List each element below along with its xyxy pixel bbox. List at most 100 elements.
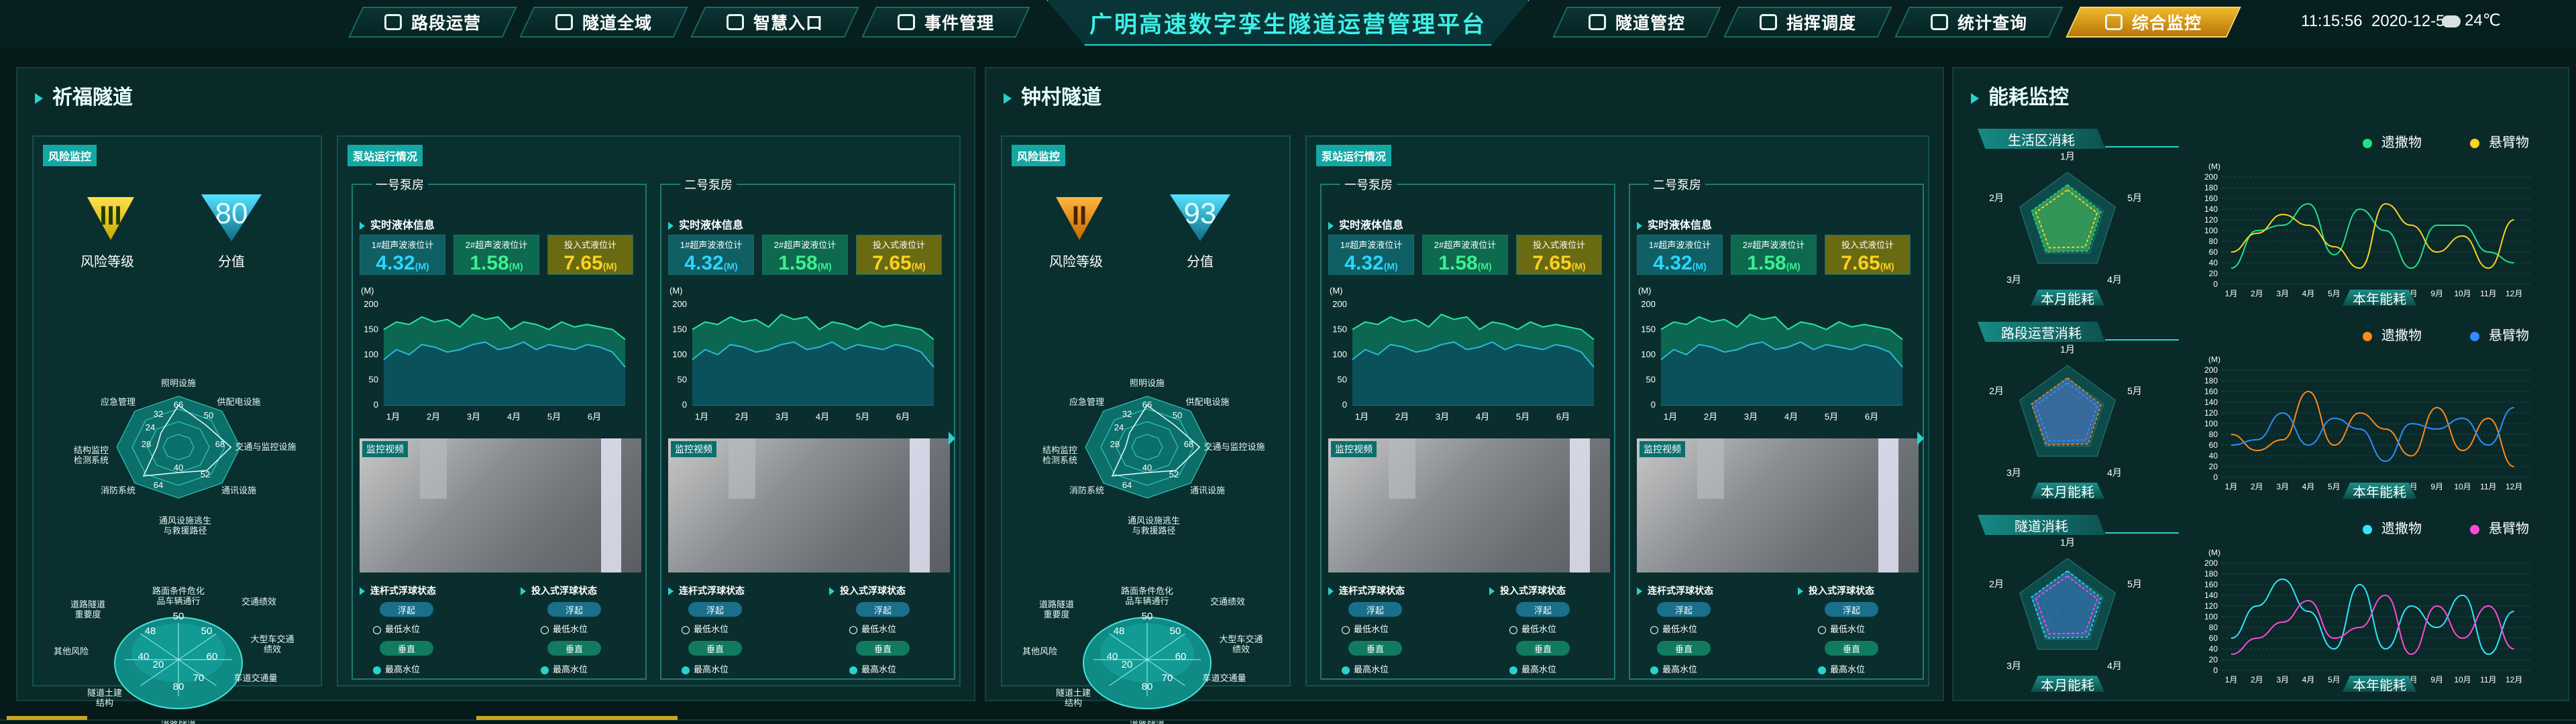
- radio-dot-icon: [373, 666, 381, 674]
- float-button[interactable]: 浮起: [856, 602, 910, 617]
- radio-dot-icon: [1509, 625, 1517, 634]
- y-tick: 180: [2204, 376, 2218, 385]
- radar-value: 40: [138, 651, 150, 662]
- float-button[interactable]: 浮起: [380, 602, 433, 617]
- risk-level-icon: III: [87, 197, 134, 240]
- nav-tab-road-ops[interactable]: 路段运营: [348, 7, 517, 38]
- tunnel-icon: [555, 14, 573, 30]
- nav-label: 隧道管控: [1615, 14, 1685, 33]
- radar-label: 消防系统: [1069, 485, 1104, 495]
- y-tick: 40: [2209, 258, 2218, 267]
- drop-button[interactable]: 垂直: [547, 641, 601, 656]
- meter-value-row: 7.65(M): [548, 252, 633, 275]
- x-tick: 2月: [2251, 289, 2263, 298]
- y-tick: 120: [2204, 215, 2218, 225]
- nav-tab-smart-entrance[interactable]: 智慧入口: [690, 7, 859, 38]
- meter-value: 4.32: [1344, 252, 1384, 274]
- next-arrow-icon[interactable]: [1917, 432, 1924, 445]
- drop-button[interactable]: 垂直: [1516, 641, 1570, 656]
- y-tick: 180: [2204, 183, 2218, 192]
- top-bar: 路段运营 隧道全域 智慧入口 事件管理 广明高速数字孪生隧道运营管理平台 隧道管…: [0, 0, 2576, 47]
- drop-button[interactable]: 垂直: [856, 641, 910, 656]
- radar-axis-label: 4月: [2107, 467, 2122, 478]
- pump-tag: 泵站运行情况: [1316, 145, 1392, 166]
- y-tick: 100: [1332, 349, 1347, 359]
- y-tick: 0: [2213, 280, 2218, 289]
- radio-dot-icon: [1818, 625, 1826, 634]
- nav-tab-statistics[interactable]: 统计查询: [1894, 7, 2063, 38]
- surveillance-video[interactable]: 监控视频: [360, 438, 641, 572]
- radar-label: 交通与监控设施: [235, 442, 297, 452]
- surveillance-video[interactable]: 监控视频: [1637, 438, 1919, 572]
- high-level-indicator: 最高水位: [541, 662, 588, 675]
- radar-label: 路面条件危化 品车辆通行: [1120, 586, 1173, 606]
- y-tick: 0: [2213, 473, 2218, 482]
- y-tick: 100: [1641, 349, 1656, 359]
- meter-value-row: 1.58(M): [454, 252, 539, 275]
- radar-value: 40: [174, 463, 183, 473]
- x-tick: 6月: [896, 412, 910, 422]
- meter-value: 7.65: [1532, 252, 1572, 274]
- drop-button[interactable]: 垂直: [380, 641, 433, 656]
- radio-dot-icon: [373, 625, 381, 634]
- nav-tab-tunnel-control[interactable]: 隧道管控: [1552, 7, 1721, 38]
- meter-value: 1.58: [470, 252, 509, 274]
- x-tick: 1月: [1664, 412, 1677, 422]
- chart-unit: (M): [1638, 286, 1652, 296]
- float-button[interactable]: 浮起: [1825, 602, 1878, 617]
- video-pole: [1389, 438, 1415, 499]
- x-tick: 5月: [2328, 289, 2341, 298]
- area-series: [384, 342, 625, 405]
- y-tick: 20: [2209, 462, 2218, 471]
- radar-value: 32: [154, 409, 163, 419]
- nav-tab-integrated-monitoring[interactable]: 综合监控: [2065, 7, 2241, 38]
- drop-button[interactable]: 垂直: [1348, 641, 1402, 656]
- next-arrow-icon[interactable]: [949, 432, 955, 445]
- y-tick: 100: [2204, 612, 2218, 621]
- float-button[interactable]: 浮起: [1657, 602, 1711, 617]
- meter-title: 2#超声波液位计: [465, 240, 528, 250]
- level-meter: 投入式液位计 7.65(M): [1825, 235, 1911, 275]
- float-button[interactable]: 浮起: [688, 602, 742, 617]
- x-tick: 12月: [2506, 675, 2522, 684]
- legend-label: 遗撒物: [2381, 135, 2422, 150]
- energy-title: 能耗监控: [1971, 80, 2069, 110]
- pump-room: 一号泵房 实时液体信息 1#超声波液位计 4.32(M) 2#超声波液位计 1.58(M)…: [1320, 176, 1615, 680]
- y-tick: 150: [1641, 324, 1656, 335]
- x-tick: 1月: [2225, 675, 2238, 684]
- energy-panel: 能耗监控 生活区消耗 遗撒物 悬臂物 1月 5月 4月 3月 2月 本月能耗 (M) 200 180 1…: [1952, 67, 2569, 701]
- y-tick: 60: [2209, 440, 2218, 450]
- y-tick: 80: [2209, 623, 2218, 632]
- nav-tab-event-management[interactable]: 事件管理: [861, 7, 1030, 38]
- float-button[interactable]: 浮起: [547, 602, 601, 617]
- chart-unit: (M): [2208, 357, 2220, 364]
- x-tick: 11月: [2480, 675, 2496, 684]
- risk-tag: 风险监控: [43, 145, 97, 166]
- low-level-indicator: 最低水位: [1650, 622, 1697, 635]
- statistics-icon: [1930, 14, 1948, 30]
- drop-button[interactable]: 垂直: [1657, 641, 1711, 656]
- radar-label: 其他风险: [1022, 646, 1057, 656]
- radar-axis-label: 5月: [2127, 385, 2142, 396]
- meter-value: 1.58: [1747, 252, 1786, 274]
- radar-value: 70: [193, 672, 205, 684]
- level-meter: 2#超声波液位计 1.58(M): [762, 235, 848, 275]
- pump-room: 二号泵房 实时液体信息 1#超声波液位计 4.32(M) 2#超声波液位计 1.58(M)…: [660, 176, 955, 680]
- x-tick: 1月: [2225, 289, 2238, 298]
- surveillance-video[interactable]: 监控视频: [1328, 438, 1610, 572]
- radar-value: 52: [201, 469, 210, 479]
- radar-label: 道路隧道 重要度: [1038, 599, 1074, 619]
- radar-value: 50: [201, 625, 213, 637]
- y-tick: 0: [374, 400, 378, 410]
- risk-level-value: III: [99, 201, 122, 231]
- level-chart: (M) 200 150 100 50 0 1月 2月 3月 4月 5月 6月: [669, 286, 934, 422]
- float-button[interactable]: 浮起: [1516, 602, 1570, 617]
- drop-button[interactable]: 垂直: [688, 641, 742, 656]
- surveillance-video[interactable]: 监控视频: [668, 438, 950, 572]
- nav-tab-tunnel-overview[interactable]: 隧道全域: [519, 7, 688, 38]
- dispatch-icon: [1759, 14, 1777, 30]
- nav-tab-dispatch[interactable]: 指挥调度: [1723, 7, 1892, 38]
- float-button[interactable]: 浮起: [1348, 602, 1402, 617]
- drop-button[interactable]: 垂直: [1825, 641, 1878, 656]
- radio-dot-icon: [682, 666, 690, 674]
